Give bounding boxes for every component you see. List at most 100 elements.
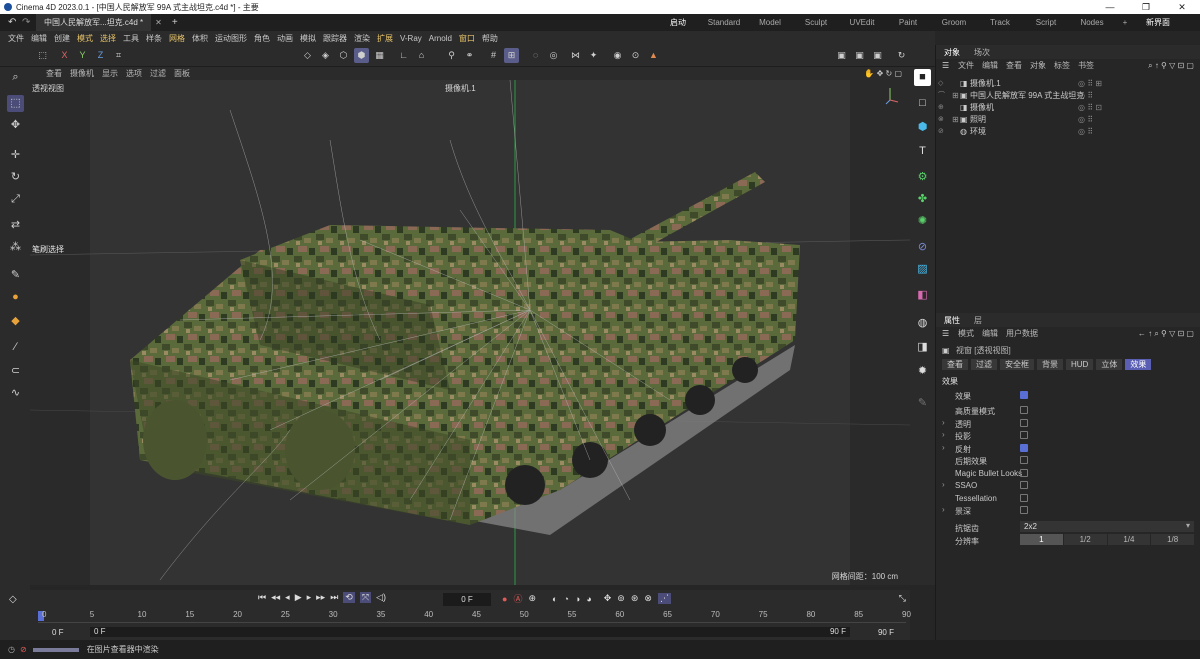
undo-icon[interactable]: ↶ <box>8 17 16 28</box>
extrude-tool-icon[interactable]: ● <box>7 289 24 306</box>
objmenu-view[interactable]: 查看 <box>1006 60 1022 71</box>
objmenu-object[interactable]: 对象 <box>1030 60 1046 71</box>
z-axis-toggle[interactable]: Z <box>93 48 108 63</box>
search-icon[interactable]: ⌕ <box>7 69 24 86</box>
render-picture-viewer-icon[interactable]: ▣ <box>852 48 867 63</box>
text-spline-icon[interactable]: T <box>914 143 931 160</box>
menu-mograph[interactable]: 运动图形 <box>215 33 247 44</box>
expand-arrow-icon[interactable]: › <box>942 443 945 452</box>
tweak-icon[interactable]: ✦ <box>586 48 601 63</box>
render-settings-icon[interactable]: ▣ <box>870 48 885 63</box>
sketch-icon[interactable]: ✎ <box>914 395 931 412</box>
viewport-menu-view[interactable]: 查看 <box>46 68 62 79</box>
interactive-render-icon[interactable]: ⊙ <box>628 48 643 63</box>
volume-icon[interactable]: ◧ <box>914 287 931 304</box>
post-effects-checkbox[interactable] <box>1020 456 1028 464</box>
range-bar[interactable]: 0 F 90 F <box>90 627 850 637</box>
subtab-hud[interactable]: HUD <box>1066 359 1094 370</box>
camera-label[interactable]: 摄像机.1 <box>445 83 476 94</box>
menu-simulate[interactable]: 模拟 <box>300 33 316 44</box>
attrmenu-edit[interactable]: 编辑 <box>982 328 998 339</box>
menu-tools[interactable]: 工具 <box>123 33 139 44</box>
close-tab-icon[interactable]: ✕ <box>155 18 162 27</box>
object-row-environment[interactable]: ◍ 环境 ◎ ⠿ <box>936 125 1200 137</box>
play-icon[interactable]: ▶ <box>295 592 302 603</box>
axis-icon[interactable]: ⚭ <box>462 48 477 63</box>
expand-icon[interactable]: ⊞ <box>952 115 960 124</box>
uv-mode-icon[interactable]: ▦ <box>372 48 387 63</box>
menu-render[interactable]: 渲染 <box>354 33 370 44</box>
side-icon[interactable]: ⌒ <box>938 90 948 102</box>
menu-extensions[interactable]: 扩展 <box>377 33 393 44</box>
viewport-menu-filter[interactable]: 过滤 <box>150 68 166 79</box>
y-axis-toggle[interactable]: Y <box>75 48 90 63</box>
document-tab[interactable]: 中国人民解放军...坦克.c4d * <box>36 14 152 31</box>
resolution-option-1-4[interactable]: 1/4 <box>1107 534 1151 545</box>
selection-tool-icon[interactable]: ⬚ <box>7 95 24 112</box>
key-pla-icon[interactable]: ⊚ <box>617 593 625 604</box>
tab-objects[interactable]: 对象 <box>944 47 960 58</box>
objmenu-file[interactable]: 文件 <box>958 60 974 71</box>
key-rotation-icon[interactable]: ◑ <box>575 594 580 604</box>
menu-vray[interactable]: V-Ray <box>400 34 422 43</box>
record-keyframe-icon[interactable]: ● <box>502 594 507 604</box>
prev-frame-icon[interactable]: ◂ <box>285 592 290 603</box>
side-icon[interactable]: ◇ <box>938 78 948 90</box>
high-quality-checkbox[interactable] <box>1020 406 1028 414</box>
maximize-button[interactable]: ❐ <box>1128 0 1164 14</box>
brush-icon[interactable]: ▲ <box>646 48 661 63</box>
object-row-tank[interactable]: ⊞ ▣ 中国人民解放军 99A 式主战坦克 ◎ ⠿ <box>936 89 1200 101</box>
viewport-nav-icons[interactable]: ✋ ✥ ↻ ▢ <box>864 69 902 78</box>
key-scale-icon[interactable]: ◕ <box>586 594 591 604</box>
cube-icon[interactable]: ⬢ <box>914 119 931 136</box>
viewport-solo-icon[interactable]: ◎ <box>546 48 561 63</box>
viewport-menu-display[interactable]: 显示 <box>102 68 118 79</box>
live-selection-icon[interactable]: ⬚ <box>35 48 50 63</box>
spline-pen-icon[interactable]: ✎ <box>7 267 24 284</box>
move-tool-icon[interactable]: ✛ <box>7 147 24 164</box>
attrmenu-mode[interactable]: 模式 <box>958 328 974 339</box>
timeline-graph-icon[interactable]: ⤡ <box>899 593 906 604</box>
hamburger-icon[interactable]: ☰ <box>942 61 949 70</box>
status-stop-icon[interactable]: ⊘ <box>20 645 27 654</box>
model-mode-icon[interactable]: ⬢ <box>354 48 369 63</box>
object-name[interactable]: 照明 <box>970 114 986 125</box>
transparency-checkbox[interactable] <box>1020 419 1028 427</box>
object-row-camera[interactable]: ◨ 摄像机 ◎ ⠿ ⊡ <box>936 101 1200 113</box>
layout-standard[interactable]: Standard <box>701 18 747 27</box>
subtab-safe-frames[interactable]: 安全框 <box>1000 359 1034 370</box>
subtab-view[interactable]: 查看 <box>942 359 968 370</box>
expand-arrow-icon[interactable]: › <box>942 480 945 489</box>
layout-paint[interactable]: Paint <box>885 18 931 27</box>
menu-edit[interactable]: 编辑 <box>31 33 47 44</box>
null-object-icon[interactable]: □ <box>914 95 931 112</box>
layout-track[interactable]: Track <box>977 18 1023 27</box>
workplane-icon[interactable]: ⌂ <box>414 48 429 63</box>
menu-select[interactable]: 选择 <box>100 33 116 44</box>
snap-icon[interactable]: ∟ <box>396 48 411 63</box>
viewport-menu-panel[interactable]: 面板 <box>174 68 190 79</box>
generator-icon[interactable]: ⚙ <box>914 169 931 186</box>
go-to-start-icon[interactable]: ⏮ <box>258 592 266 603</box>
smooth-tool-icon[interactable]: ∿ <box>7 385 24 402</box>
transform-tool-icon[interactable]: ⇄ <box>7 217 24 234</box>
subtab-background[interactable]: 背景 <box>1037 359 1063 370</box>
solo-icon[interactable]: ◌ <box>528 48 543 63</box>
hamburger-icon[interactable]: ☰ <box>942 329 949 338</box>
environment-icon[interactable]: ◍ <box>914 315 931 332</box>
shadows-checkbox[interactable] <box>1020 431 1028 439</box>
add-layout-button[interactable]: + <box>1115 18 1135 27</box>
menu-create[interactable]: 创建 <box>54 33 70 44</box>
reflections-checkbox[interactable] <box>1020 444 1028 452</box>
range-end-field[interactable]: 90 F <box>878 628 894 637</box>
object-status-icons[interactable]: ◎ ⠿ ⊡ <box>1078 103 1102 112</box>
layout-model[interactable]: Model <box>747 18 793 27</box>
menu-window[interactable]: 窗口 <box>459 33 475 44</box>
side-icon[interactable]: ⊗ <box>938 114 948 126</box>
symmetry-icon[interactable]: ⋈ <box>568 48 583 63</box>
object-name[interactable]: 摄像机 <box>970 102 994 113</box>
expand-arrow-icon[interactable]: › <box>942 430 945 439</box>
attrmenu-nav-icons[interactable]: ← ↑ ⌕ ⚲ ▽ ⊡ ▢ <box>1138 329 1194 339</box>
next-frame-icon[interactable]: ▸ <box>307 592 312 603</box>
menu-animate[interactable]: 动画 <box>277 33 293 44</box>
